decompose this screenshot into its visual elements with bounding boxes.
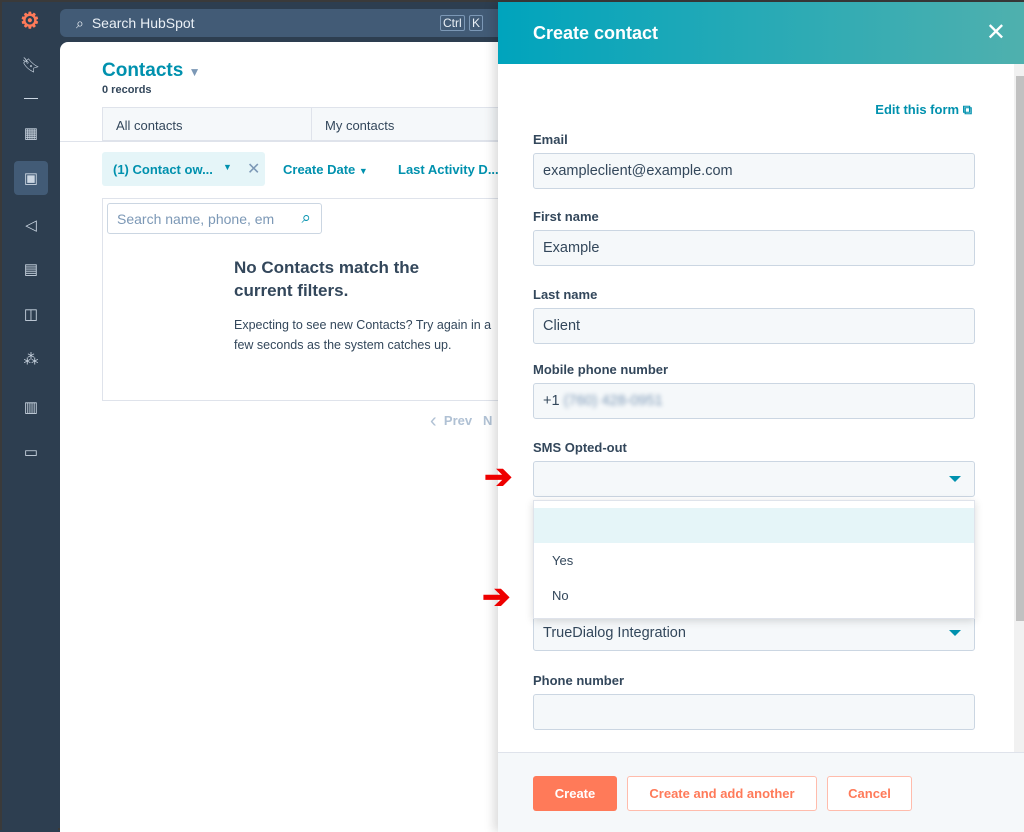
panel-header: Create contact ✕	[498, 2, 1024, 64]
create-contact-panel: Create contact ✕ Edit this form ⧉ Email e…	[498, 2, 1024, 832]
divider	[60, 141, 520, 142]
first-name-field[interactable]: Example	[533, 230, 975, 266]
mobile-label: Mobile phone number	[533, 362, 669, 377]
prev-button[interactable]: Prev	[444, 413, 472, 428]
external-link-icon: ⧉	[962, 102, 972, 117]
page-title[interactable]: Contacts ▼	[102, 60, 200, 82]
folder-icon[interactable]: ▭	[14, 435, 48, 469]
sms-dropdown-menu: Yes No	[533, 500, 975, 619]
create-button[interactable]: Create	[533, 776, 617, 811]
commerce-icon[interactable]: ◫	[14, 297, 48, 331]
kbd-ctrl: Ctrl	[440, 15, 465, 31]
option-no[interactable]: No	[534, 578, 974, 613]
chevron-down-icon: ▼	[188, 65, 201, 79]
blurred-number: (760) 428-0951	[563, 393, 663, 409]
phone-number-field[interactable]	[533, 694, 975, 730]
automation-icon[interactable]: ⁂	[14, 342, 48, 376]
sidebar: ⚙ 🔖︎ ▦ ▣ ◁ ▤ ◫ ⁂ ▥ ▭	[2, 2, 58, 832]
panel-footer: Create Create and add another Cancel	[498, 752, 1024, 832]
next-button[interactable]: N	[483, 413, 492, 428]
cancel-button[interactable]: Cancel	[827, 776, 912, 811]
sms-opted-out-label: SMS Opted-out	[533, 440, 627, 455]
email-field[interactable]: exampleclient@example.com	[533, 153, 975, 189]
last-activity-filter[interactable]: Last Activity D...	[398, 162, 499, 177]
dashboard-icon[interactable]: ▦	[14, 116, 48, 150]
marketing-icon[interactable]: ◁	[14, 208, 48, 242]
integration-select[interactable]: TrueDialog Integration	[533, 615, 975, 651]
first-name-label: First name	[533, 209, 599, 224]
hubspot-logo-icon[interactable]: ⚙	[20, 8, 40, 34]
tab-my-contacts[interactable]: My contacts	[312, 108, 521, 140]
close-icon[interactable]: ✕	[247, 159, 260, 179]
reports-icon[interactable]: ▥	[14, 390, 48, 424]
create-and-add-another-button[interactable]: Create and add another	[627, 776, 817, 811]
global-search[interactable]: ⌕ Search HubSpot Ctrl K	[60, 9, 530, 37]
caret-down-icon: ▼	[358, 166, 368, 176]
empty-state-text: Expecting to see new Contacts? Try again…	[234, 318, 492, 352]
last-name-field[interactable]: Client	[533, 308, 975, 344]
kbd-k: K	[469, 15, 484, 31]
divider	[24, 98, 38, 99]
annotation-arrow-icon: ➔	[482, 578, 511, 616]
results-table: Search name, phone, em ⌕ No Contacts matc…	[102, 198, 522, 401]
sms-opted-out-select[interactable]	[533, 461, 975, 497]
email-label: Email	[533, 132, 568, 147]
edit-form-link[interactable]: Edit this form ⧉	[875, 102, 972, 118]
contacts-icon[interactable]: ▣	[14, 161, 48, 195]
panel-title: Create contact	[533, 23, 659, 43]
view-tabs: All contacts My contacts	[102, 107, 522, 141]
last-name-label: Last name	[533, 287, 598, 302]
phone-label: Phone number	[533, 673, 625, 688]
scrollbar-thumb[interactable]	[1016, 76, 1024, 621]
annotation-arrow-icon: ➔	[484, 458, 513, 496]
pagination: ‹ Prev N	[430, 410, 492, 433]
caret-down-icon	[949, 630, 961, 636]
scrollbar[interactable]	[1014, 64, 1024, 752]
record-count: 0 records	[102, 84, 152, 96]
empty-state-title: No Contacts match the current filters.	[234, 258, 420, 300]
create-date-filter[interactable]: Create Date ▼	[283, 162, 368, 177]
caret-down-icon	[949, 476, 961, 482]
search-placeholder: Search HubSpot	[91, 15, 195, 31]
close-icon[interactable]: ✕	[986, 18, 1006, 47]
search-icon[interactable]: ⌕	[301, 208, 311, 228]
search-input[interactable]: Search name, phone, em ⌕	[107, 203, 322, 234]
chevron-left-icon[interactable]: ‹	[430, 410, 437, 432]
search-icon: ⌕	[76, 14, 84, 31]
bookmark-icon[interactable]: 🔖︎	[14, 48, 48, 82]
mobile-phone-field[interactable]: +1 (760) 428-0951	[533, 383, 975, 419]
contact-owner-filter[interactable]: (1) Contact ow... ▼ ✕	[102, 152, 265, 186]
form-body: Edit this form ⧉ Email exampleclient@exa…	[498, 64, 1012, 752]
caret-down-icon: ▼	[223, 162, 232, 172]
option-yes[interactable]: Yes	[534, 543, 974, 578]
contacts-page: Contacts ▼ 0 records All contacts My con…	[60, 42, 522, 832]
content-icon[interactable]: ▤	[14, 252, 48, 286]
tab-all-contacts[interactable]: All contacts	[103, 108, 312, 140]
option-empty[interactable]	[534, 508, 974, 543]
